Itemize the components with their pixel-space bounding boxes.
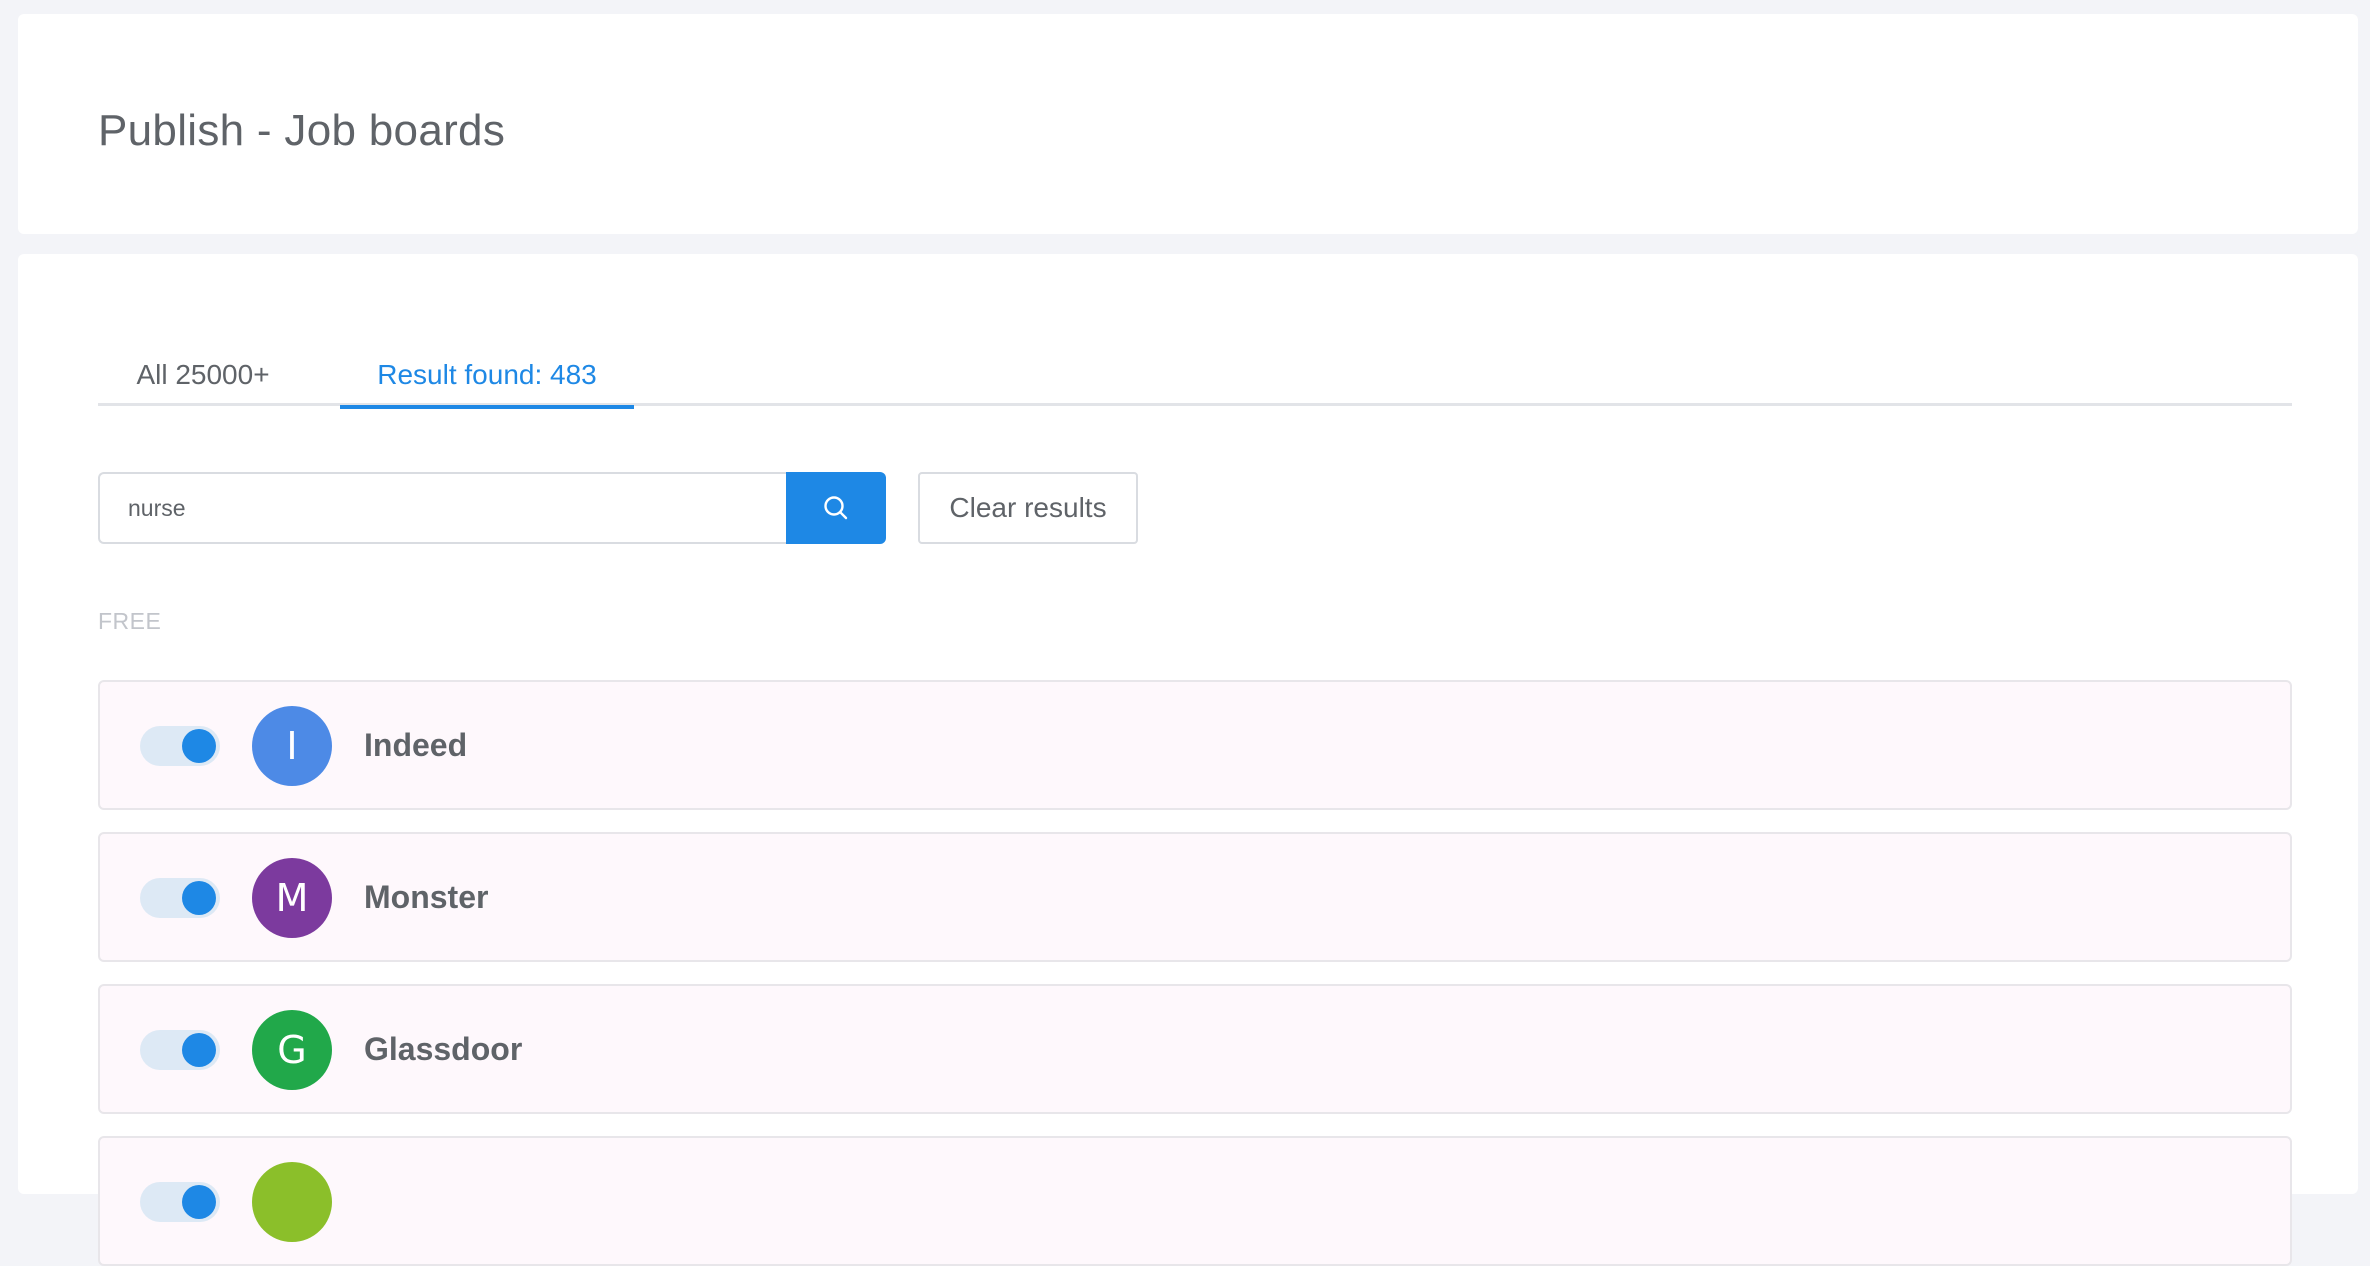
board-name: Glassdoor — [364, 1031, 523, 1067]
search-icon — [824, 496, 848, 520]
board-toggle[interactable] — [140, 878, 220, 918]
toggle-knob — [182, 881, 216, 915]
board-name: Indeed — [364, 727, 468, 763]
main-card: All 25000+ Result found: 483 Clear resul… — [18, 254, 2358, 1266]
board-avatar: I — [252, 706, 332, 786]
board-row: G Glassdoor — [98, 984, 2292, 1114]
board-avatar — [252, 1162, 332, 1242]
board-row — [98, 1136, 2292, 1266]
search-input[interactable] — [98, 472, 788, 544]
tab-results[interactable]: Result found: 483 — [340, 344, 634, 409]
page-title: Publish - Job boards — [98, 106, 506, 155]
section-label-free: FREE — [98, 608, 162, 634]
board-toggle[interactable] — [140, 1030, 220, 1070]
header-card: Publish - Job boards — [18, 14, 2358, 234]
clear-results-button[interactable]: Clear results — [918, 472, 1138, 544]
board-avatar: G — [252, 1010, 332, 1090]
tab-all[interactable]: All 25000+ — [98, 344, 308, 406]
board-toggle[interactable] — [140, 1182, 220, 1222]
board-row: I Indeed — [98, 680, 2292, 810]
board-row: M Monster — [98, 832, 2292, 962]
toggle-knob — [182, 729, 216, 763]
board-toggle[interactable] — [140, 726, 220, 766]
board-avatar: M — [252, 858, 332, 938]
search-button[interactable] — [786, 472, 886, 544]
board-name: Monster — [364, 879, 489, 915]
toggle-knob — [182, 1033, 216, 1067]
tab-bar: All 25000+ Result found: 483 — [98, 344, 2292, 409]
toggle-knob — [182, 1185, 216, 1219]
